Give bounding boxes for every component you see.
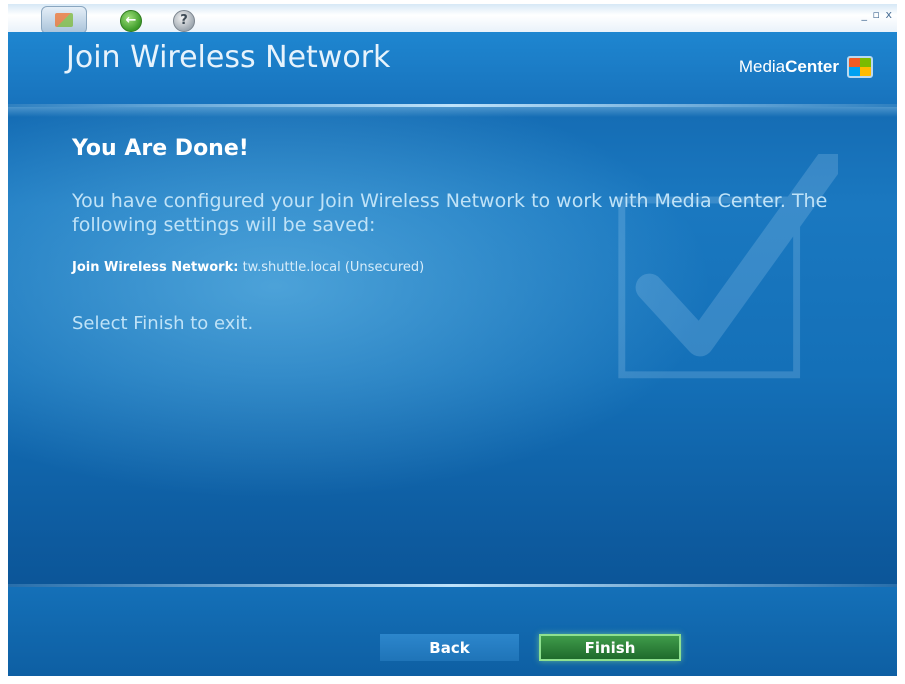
finish-button[interactable]: Finish	[539, 634, 681, 661]
setting-label: Join Wireless Network:	[72, 260, 239, 275]
media-center-brand: Media Center	[739, 56, 873, 78]
start-button[interactable]	[41, 6, 87, 34]
setting-value: tw.shuttle.local (Unsecured)	[242, 260, 425, 275]
saved-setting: Join Wireless Network: tw.shuttle.local …	[72, 260, 424, 275]
back-arrow-icon[interactable]: ←	[120, 10, 142, 32]
brand-bold: Center	[785, 57, 839, 76]
window-controls[interactable]: _ ▫ x	[862, 8, 893, 21]
windows-start-icon	[55, 13, 73, 27]
back-button[interactable]: Back	[380, 634, 519, 661]
page-title: Join Wireless Network	[66, 40, 391, 75]
configuration-message: You have configured your Join Wireless N…	[72, 190, 828, 236]
windows-flag-logo	[847, 56, 873, 78]
brand-prefix: Media	[738, 57, 786, 76]
help-icon[interactable]: ?	[173, 10, 195, 32]
done-heading: You Are Done!	[72, 136, 249, 161]
media-center-window: ← ? _ ▫ x Join Wireless Network Media Cen…	[8, 4, 897, 676]
footer	[8, 587, 897, 676]
exit-instruction: Select Finish to exit.	[72, 313, 254, 334]
